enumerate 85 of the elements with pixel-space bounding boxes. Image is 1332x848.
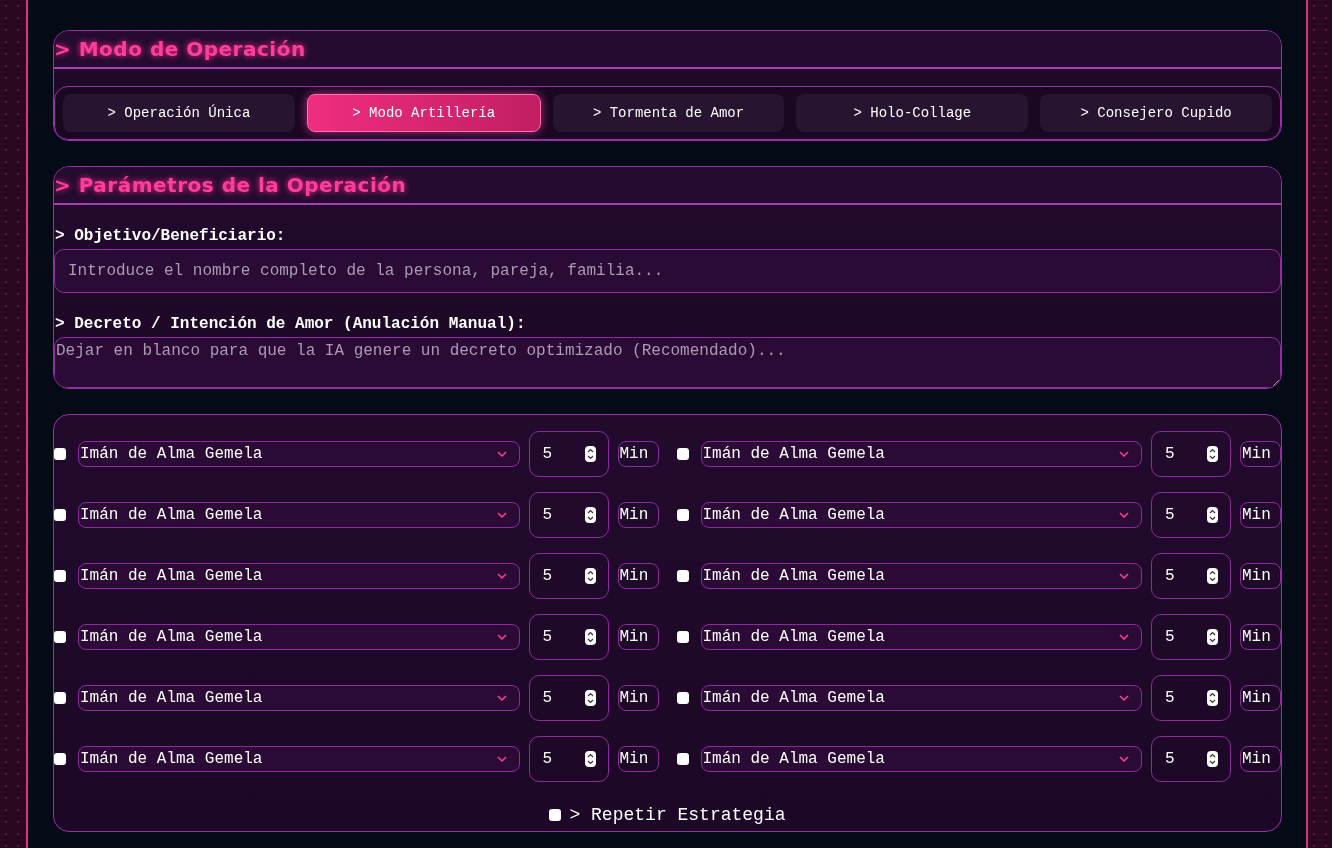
effect-select[interactable]: Imán de Alma Gemela	[78, 441, 520, 467]
minutes-input[interactable]: 5	[1151, 736, 1231, 782]
unit-field[interactable]: Min	[617, 624, 659, 650]
effect-select[interactable]: Imán de Alma Gemela	[700, 624, 1142, 650]
minutes-input[interactable]: 5	[528, 675, 609, 721]
minutes-input[interactable]: 5	[528, 736, 609, 782]
checkbox[interactable]	[676, 509, 689, 521]
spinner-icon[interactable]	[1207, 690, 1218, 706]
field-label: > Objetivo/Beneficiario:	[55, 227, 287, 245]
unit-field[interactable]: Min	[1240, 624, 1281, 650]
checkbox[interactable]	[54, 753, 66, 765]
spinner-icon[interactable]	[584, 568, 596, 584]
spinner-icon[interactable]	[584, 446, 596, 462]
spinner-icon[interactable]	[1207, 751, 1218, 767]
minutes-input[interactable]: 5	[1151, 553, 1231, 599]
chevron-down-icon	[1119, 634, 1129, 640]
chevron-down-icon	[1119, 756, 1129, 762]
chevron-down-icon	[496, 573, 507, 579]
spinner-icon[interactable]	[584, 690, 596, 706]
unit-field[interactable]: Min	[1240, 563, 1281, 589]
chevron-down-icon	[496, 756, 507, 762]
minutes-input[interactable]: 5	[528, 492, 609, 538]
chevron-down-icon	[496, 512, 507, 518]
unit-field[interactable]: Min	[617, 502, 659, 528]
checkbox[interactable]	[676, 448, 689, 460]
spinner-icon[interactable]	[1207, 568, 1218, 584]
checkbox[interactable]	[54, 509, 66, 521]
spinner-icon[interactable]	[1207, 629, 1218, 645]
unit-field[interactable]: Min	[1240, 441, 1281, 467]
effect-select[interactable]: Imán de Alma Gemela	[78, 502, 520, 528]
checkbox[interactable]	[549, 809, 562, 821]
chevron-down-icon	[496, 451, 507, 457]
chevron-down-icon	[1119, 695, 1129, 701]
checkbox[interactable]	[676, 631, 689, 643]
unit-field[interactable]: Min	[617, 746, 659, 772]
checkbox[interactable]	[676, 753, 689, 765]
minutes-input[interactable]: 5	[1151, 492, 1231, 538]
minutes-input[interactable]: 5	[528, 553, 609, 599]
unit-field[interactable]: Min	[617, 685, 659, 711]
checkbox[interactable]	[54, 448, 66, 460]
spinner-icon[interactable]	[584, 751, 596, 767]
mode-tab[interactable]: > Modo Artillería	[306, 94, 541, 132]
effect-select[interactable]: Imán de Alma Gemela	[700, 563, 1142, 589]
mode-tab[interactable]: > Operación Única	[63, 94, 295, 132]
effect-select[interactable]: Imán de Alma Gemela	[700, 502, 1142, 528]
chevron-down-icon	[496, 634, 507, 640]
checkbox[interactable]	[54, 631, 66, 643]
mode-tab[interactable]: > Tormenta de Amor	[552, 94, 785, 132]
mode-tab[interactable]: > Consejero Cupido	[1040, 94, 1272, 132]
unit-field[interactable]: Min	[1240, 502, 1281, 528]
chevron-down-icon	[1119, 512, 1129, 518]
repeat-label: > Repetir Estrategia	[569, 805, 786, 825]
chevron-down-icon	[1119, 451, 1129, 457]
spinner-icon[interactable]	[1207, 507, 1218, 523]
field-label: > Decreto / Intención de Amor (Anulación Manual):	[55, 315, 527, 333]
effect-select[interactable]: Imán de Alma Gemela	[700, 746, 1142, 772]
minutes-input[interactable]: 5	[1151, 675, 1231, 721]
effect-select[interactable]: Imán de Alma Gemela	[78, 746, 520, 772]
panel-title: > Modo de Operación	[54, 37, 306, 61]
panel-title: > Parámetros de la Operación	[54, 173, 407, 197]
chevron-down-icon	[496, 695, 507, 701]
effect-select[interactable]: Imán de Alma Gemela	[78, 563, 520, 589]
unit-field[interactable]: Min	[1240, 746, 1281, 772]
effect-select[interactable]: Imán de Alma Gemela	[700, 685, 1142, 711]
minutes-input[interactable]: 5	[1151, 431, 1231, 477]
minutes-input[interactable]: 5	[528, 431, 609, 477]
spinner-icon[interactable]	[584, 629, 596, 645]
effect-select[interactable]: Imán de Alma Gemela	[78, 624, 520, 650]
unit-field[interactable]: Min	[1240, 685, 1281, 711]
target-input[interactable]: Introduce el nombre completo de la persona, pareja, familia...	[54, 249, 1281, 293]
mode-tab[interactable]: > Holo-Collage	[796, 94, 1029, 132]
checkbox[interactable]	[54, 570, 66, 582]
unit-field[interactable]: Min	[617, 563, 659, 589]
decree-textarea[interactable]: Dejar en blanco para que la IA genere un decreto optimizado (Recomendado)...	[54, 337, 1281, 388]
unit-field[interactable]: Min	[617, 441, 659, 467]
checkbox[interactable]	[676, 570, 689, 582]
minutes-input[interactable]: 5	[1151, 614, 1231, 660]
minutes-input[interactable]: 5	[528, 614, 609, 660]
chevron-down-icon	[1119, 573, 1129, 579]
checkbox[interactable]	[54, 692, 66, 704]
spinner-icon[interactable]	[584, 507, 596, 523]
checkbox[interactable]	[676, 692, 689, 704]
spinner-icon[interactable]	[1207, 446, 1218, 462]
effect-select[interactable]: Imán de Alma Gemela	[78, 685, 520, 711]
effect-select[interactable]: Imán de Alma Gemela	[700, 441, 1142, 467]
